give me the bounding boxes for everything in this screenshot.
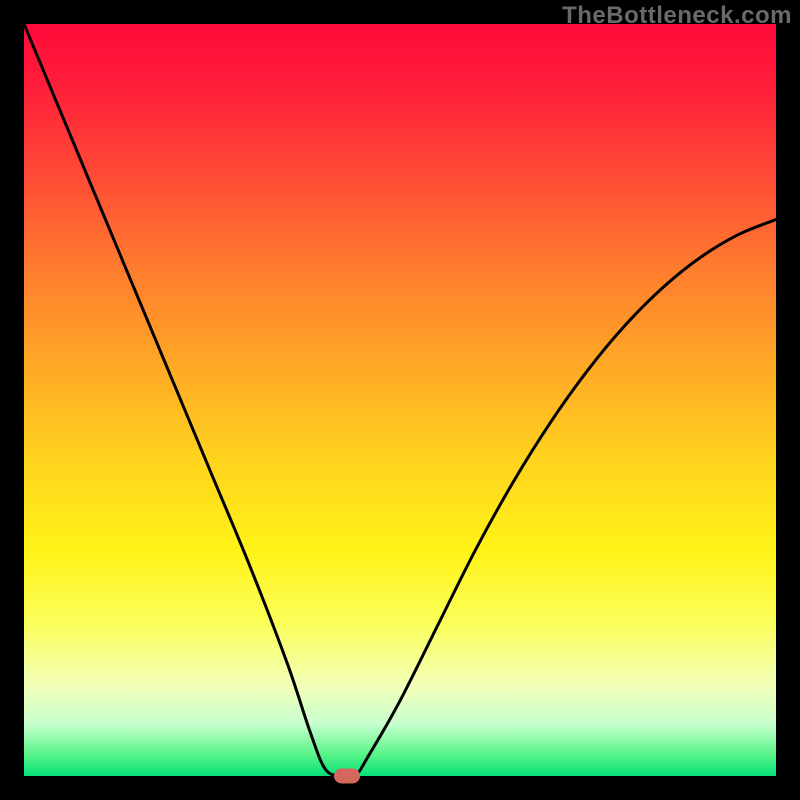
optimal-point-marker xyxy=(334,769,360,784)
watermark-text: TheBottleneck.com xyxy=(562,2,792,30)
chart-area xyxy=(24,24,776,776)
